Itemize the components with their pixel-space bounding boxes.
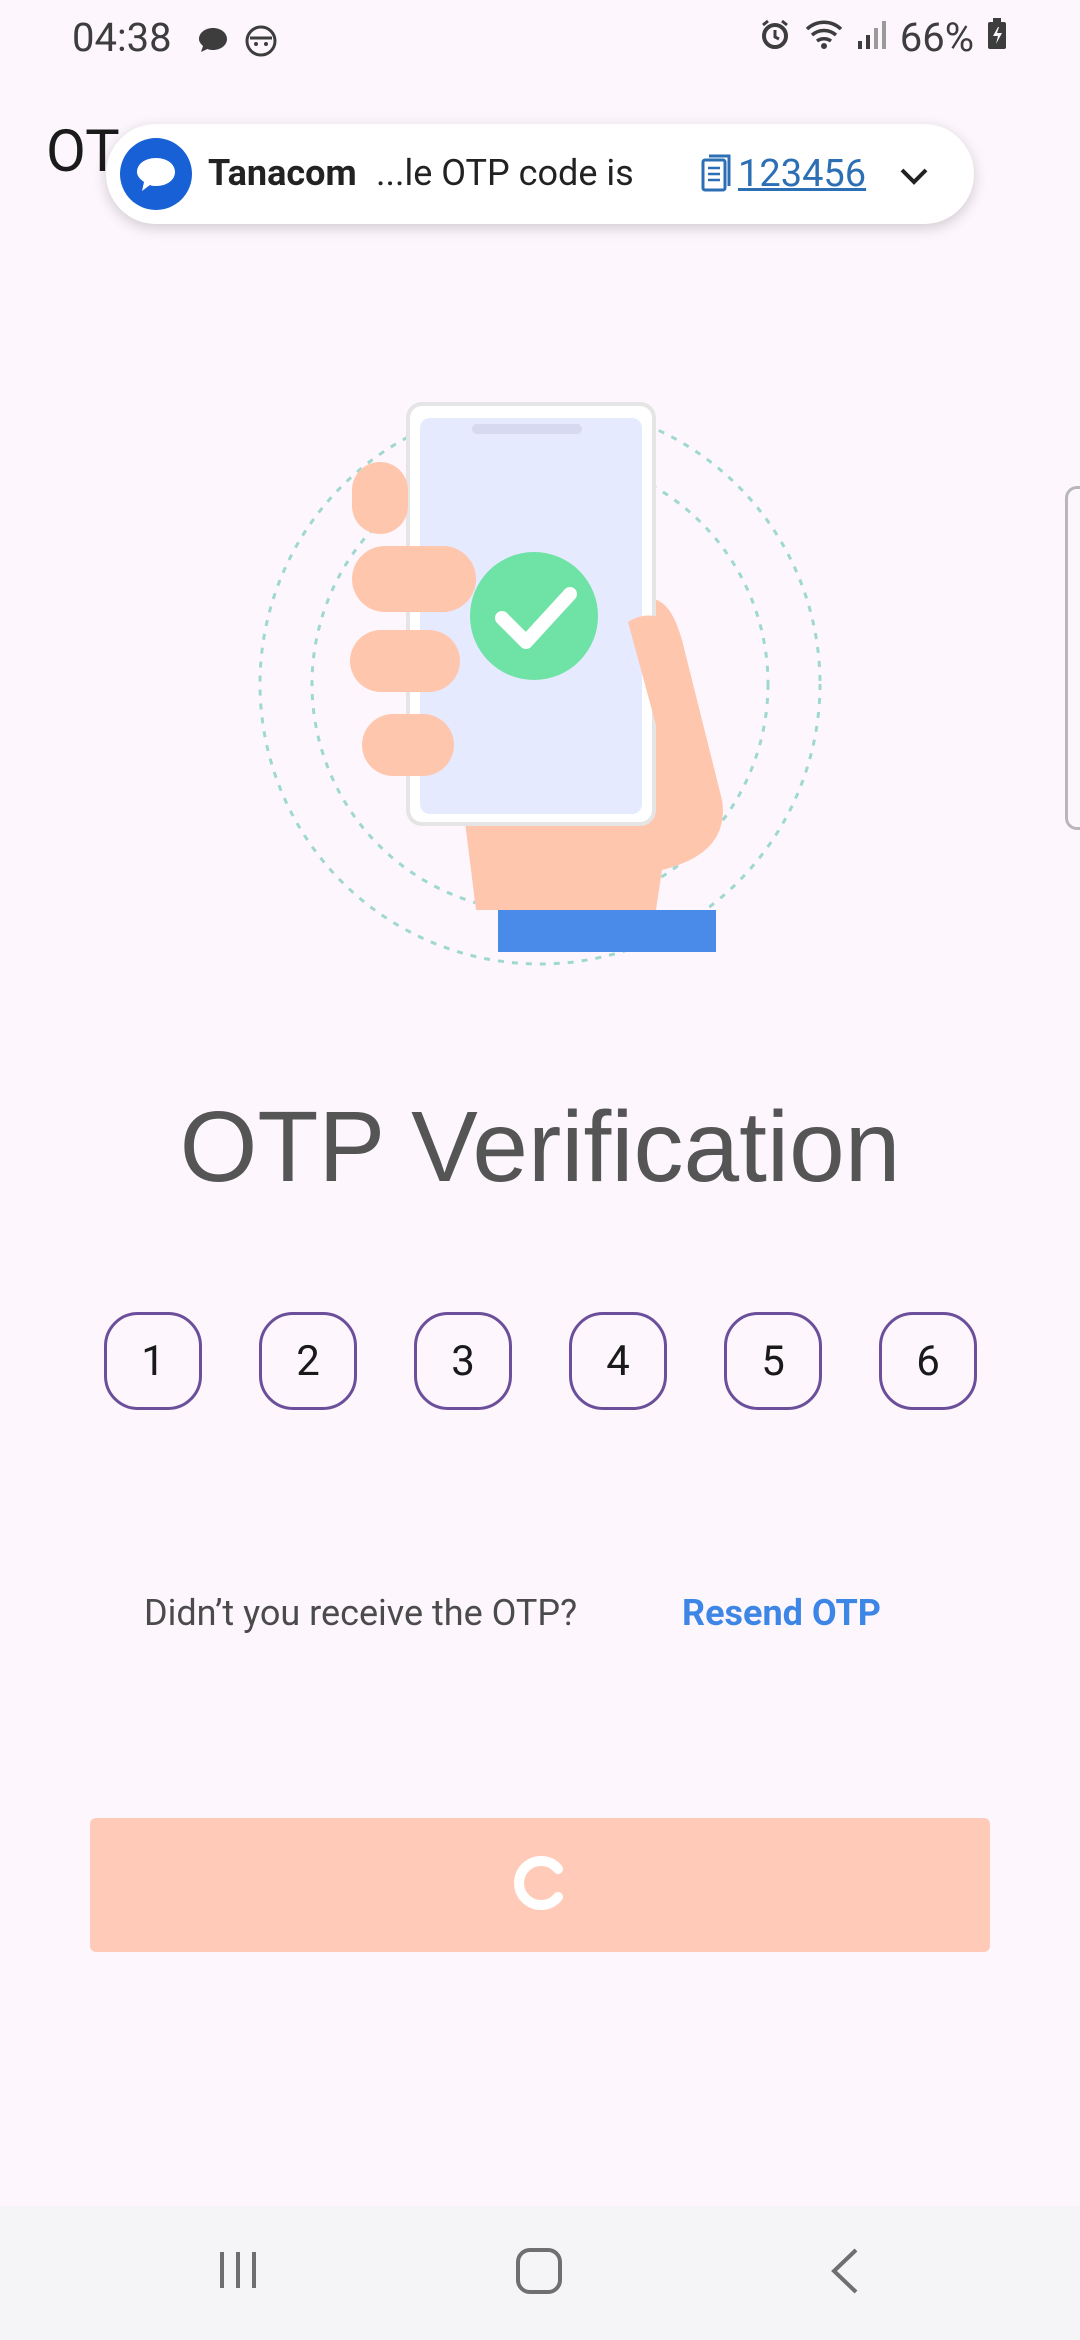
back-icon[interactable] [826,2246,866,2300]
alarm-icon [758,14,792,61]
status-time: 04:38 [72,14,172,61]
otp-digit-input[interactable]: 6 [879,1312,977,1410]
otp-digit-input[interactable]: 4 [569,1312,667,1410]
battery-percent: 66% [899,14,974,61]
chevron-down-icon[interactable] [896,158,932,198]
notification-app-name: Tanacom [208,152,357,194]
notification-message: ...le OTP code is [376,152,634,194]
recent-apps-icon[interactable] [214,2246,262,2298]
resend-otp-link[interactable]: Resend OTP [682,1592,881,1634]
home-icon[interactable] [514,2246,564,2300]
signal-icon [856,14,888,61]
battery-icon [986,14,1008,61]
status-notification-icons [196,24,278,62]
otp-digit-input[interactable]: 3 [414,1312,512,1410]
system-nav-bar [0,2206,1080,2340]
verify-button[interactable] [90,1818,990,1952]
otp-notification-toast[interactable]: Tanacom ...le OTP code is 123456 [106,124,974,224]
status-bar: 04:38 66% [0,0,1080,84]
otp-input-group: 1 2 3 4 5 6 [104,1312,977,1410]
edge-panel-handle[interactable] [1065,486,1080,830]
otp-digit-input[interactable]: 2 [259,1312,357,1410]
notification-otp-code[interactable]: 123456 [738,152,866,196]
resend-row: Didn’t you receive the OTP? Resend OTP [0,1592,1080,1642]
face-icon [244,24,278,62]
page-headline: OTP Verification [179,1091,901,1203]
chat-bubble-icon [196,24,230,62]
app-icon [120,138,192,210]
loading-spinner-icon [510,1853,570,1917]
otp-digit-input[interactable]: 1 [104,1312,202,1410]
copy-icon[interactable] [700,154,734,198]
wifi-icon [804,14,844,61]
phone-verification-illustration [240,380,840,980]
resend-question: Didn’t you receive the OTP? [144,1592,578,1634]
otp-digit-input[interactable]: 5 [724,1312,822,1410]
status-right: 66% [758,14,1008,61]
